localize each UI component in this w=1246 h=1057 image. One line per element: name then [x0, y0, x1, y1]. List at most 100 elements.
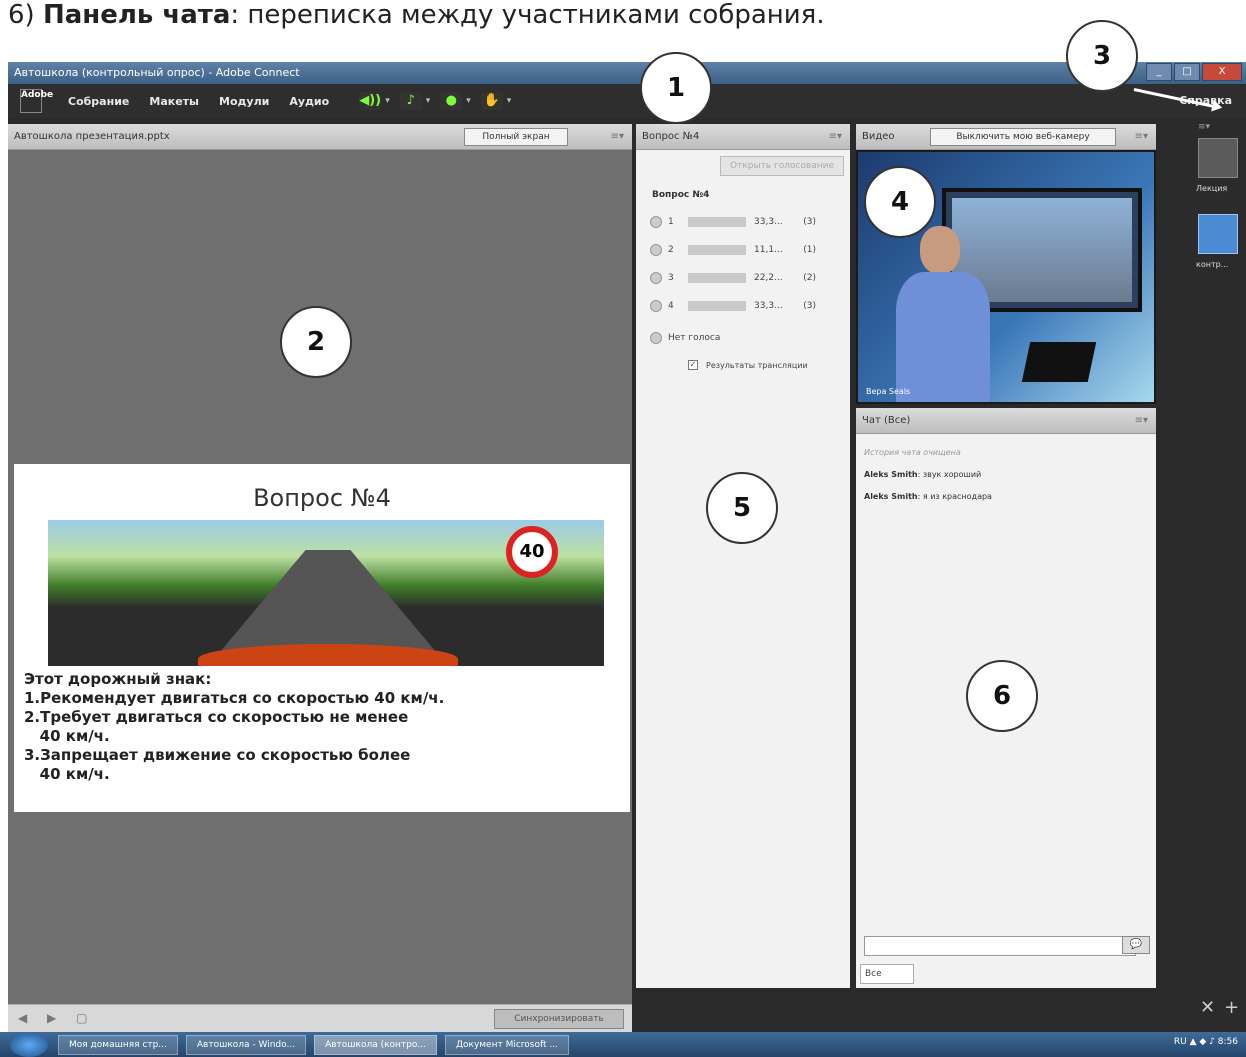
- radio-button[interactable]: [650, 272, 662, 284]
- chevron-down-icon[interactable]: ▾: [385, 96, 390, 106]
- poll-answer: 4 33,3... (3): [650, 296, 840, 316]
- tutorial-caption: 6) Панель чата: переписка между участник…: [0, 0, 1246, 58]
- taskbar-item[interactable]: Автошкола - Windo...: [185, 1034, 307, 1055]
- taskbar-item[interactable]: Автошкола (контро...: [314, 1034, 437, 1055]
- send-message-button[interactable]: 💬: [1122, 936, 1150, 954]
- pod-menu-icon[interactable]: ≡▾: [1135, 124, 1148, 150]
- presentation-slide: Вопрос №4 40 Этот дорожный знак: 1.Реком…: [14, 464, 630, 812]
- broadcast-results-checkbox[interactable]: ✓ Результаты трансляции: [688, 360, 808, 370]
- presenter-image: [896, 226, 990, 402]
- speed-sign-icon: 40: [506, 526, 558, 578]
- menu-layouts[interactable]: Макеты: [149, 95, 199, 108]
- share-pod-footer: ◀ ▶ ▢ Синхронизировать: [8, 1004, 632, 1032]
- window-controls: _ □ X: [1146, 63, 1242, 81]
- pod-menu-icon[interactable]: ≡▾: [1135, 408, 1148, 434]
- video-pod-header: Видео Выключить мою веб-камеру ≡▾: [856, 124, 1156, 150]
- fullscreen-button[interactable]: Полный экран: [464, 128, 568, 146]
- chat-input[interactable]: [864, 936, 1136, 956]
- poll-question: Вопрос №4: [652, 190, 710, 200]
- webcam-toggle[interactable]: ● ▾: [440, 92, 471, 110]
- caption-number: 6): [8, 0, 35, 30]
- caption-bold: Панель чата: [42, 0, 231, 30]
- slide-title: Вопрос №4: [253, 484, 391, 512]
- open-poll-button[interactable]: Открыть голосование: [720, 156, 844, 176]
- poll-answer: 3 22,2... (2): [650, 268, 840, 288]
- start-button[interactable]: [10, 1032, 48, 1057]
- radio-button[interactable]: [650, 300, 662, 312]
- speaker-toggle[interactable]: ◀)) ▾: [359, 92, 390, 110]
- layout-control-thumb[interactable]: [1198, 214, 1238, 254]
- chat-pod-header: Чат (Все) ≡▾: [856, 408, 1156, 434]
- taskbar-item[interactable]: Документ Microsoft ...: [444, 1034, 569, 1055]
- chat-tab-everyone[interactable]: Все: [860, 964, 914, 984]
- rail-menu-icon[interactable]: ≡▾: [1198, 122, 1210, 132]
- result-bar: [688, 217, 746, 227]
- radio-button[interactable]: [650, 332, 662, 344]
- menu-audio[interactable]: Аудио: [289, 95, 329, 108]
- menu-pods[interactable]: Модули: [219, 95, 269, 108]
- radio-button[interactable]: [650, 216, 662, 228]
- annotation-badge: 4: [864, 166, 936, 238]
- windows-taskbar: Моя домашняя стр... Автошкола - Windo...…: [0, 1032, 1246, 1057]
- share-pod: Автошкола презентация.pptx Полный экран …: [8, 124, 632, 1032]
- chevron-down-icon[interactable]: ▾: [426, 96, 431, 106]
- poll-pod-header: Вопрос №4 ≡▾: [636, 124, 850, 150]
- share-pod-title: Автошкола презентация.pptx: [14, 131, 170, 142]
- result-bar: [688, 301, 746, 311]
- add-layout-icon[interactable]: +: [1224, 997, 1239, 1018]
- chevron-down-icon[interactable]: ▾: [466, 96, 471, 106]
- poll-answer: 2 11,1... (1): [650, 240, 840, 260]
- pod-menu-icon[interactable]: ≡▾: [829, 124, 842, 150]
- raise-hand-icon: ✋: [480, 92, 503, 110]
- chevron-down-icon[interactable]: ▾: [507, 96, 512, 106]
- checkbox-icon[interactable]: ✓: [688, 360, 698, 370]
- maximize-button[interactable]: □: [1174, 63, 1200, 81]
- adobe-logo-icon: Adobe: [20, 89, 53, 113]
- radio-button[interactable]: [650, 244, 662, 256]
- road-photo: 40: [48, 520, 604, 666]
- annotation-badge: 3: [1066, 20, 1138, 92]
- video-pod-title: Видео: [862, 131, 895, 142]
- annotation-badge: 6: [966, 660, 1038, 732]
- poll-pod-title: Вопрос №4: [642, 131, 700, 142]
- result-bar: [688, 273, 746, 283]
- presenter-name: Вера Seals: [866, 387, 911, 396]
- microphone-icon: ♪: [399, 92, 422, 110]
- minimize-button[interactable]: _: [1146, 63, 1172, 81]
- laptop-icon: [1021, 342, 1097, 382]
- close-button[interactable]: X: [1202, 63, 1242, 81]
- slide-question-text: Этот дорожный знак: 1.Рекомендует двигат…: [24, 670, 445, 783]
- result-bar: [688, 245, 746, 255]
- system-tray: RU ▲ ◆ ♪ 8:56: [1173, 1037, 1238, 1047]
- layout-lecture-thumb[interactable]: [1198, 138, 1238, 178]
- menu-meeting[interactable]: Собрание: [68, 95, 129, 108]
- no-vote-option[interactable]: Нет голоса: [650, 332, 720, 344]
- speaker-icon: ◀)): [359, 92, 382, 110]
- slide-navigation[interactable]: ◀ ▶ ▢: [18, 1011, 95, 1025]
- pod-menu-icon[interactable]: ≡▾: [611, 124, 624, 150]
- annotation-badge: 2: [280, 306, 352, 378]
- adobe-connect-window: Автошкола (контрольный опрос) - Adobe Co…: [8, 62, 1246, 1032]
- layouts-rail: ≡▾ Лекция контр... ✕ +: [1190, 120, 1246, 1032]
- poll-body: Открыть голосование Вопрос №4 1 33,3... …: [636, 150, 850, 988]
- poll-pod: Вопрос №4 ≡▾ Открыть голосование Вопрос …: [636, 124, 850, 988]
- caption-text: : переписка между участниками собрания.: [230, 0, 825, 30]
- chat-message: Aleks Smith: я из краснодара: [864, 492, 992, 501]
- window-title: Автошкола (контрольный опрос) - Adobe Co…: [14, 66, 300, 79]
- annotation-badge: 5: [706, 472, 778, 544]
- delete-layout-icon[interactable]: ✕: [1200, 997, 1215, 1018]
- poll-answer: 1 33,3... (3): [650, 212, 840, 232]
- taskbar-item[interactable]: Моя домашняя стр...: [58, 1034, 178, 1055]
- menu-bar: Adobe Собрание Макеты Модули Аудио ◀)) ▾ …: [8, 84, 1246, 118]
- chat-message: Aleks Smith: звук хороший: [864, 470, 982, 479]
- layout-control-label: контр...: [1196, 260, 1229, 269]
- window-titlebar[interactable]: Автошкола (контрольный опрос) - Adobe Co…: [8, 62, 1246, 84]
- webcam-icon: ●: [440, 92, 463, 110]
- chat-history-note: История чата очищена: [864, 448, 961, 457]
- raise-hand-toggle[interactable]: ✋ ▾: [480, 92, 512, 110]
- sync-button[interactable]: Синхронизировать: [494, 1009, 624, 1029]
- layout-lecture-label: Лекция: [1196, 184, 1228, 193]
- microphone-toggle[interactable]: ♪ ▾: [399, 92, 431, 110]
- stop-webcam-button[interactable]: Выключить мою веб-камеру: [930, 128, 1116, 146]
- share-pod-header: Автошкола презентация.pptx Полный экран …: [8, 124, 632, 150]
